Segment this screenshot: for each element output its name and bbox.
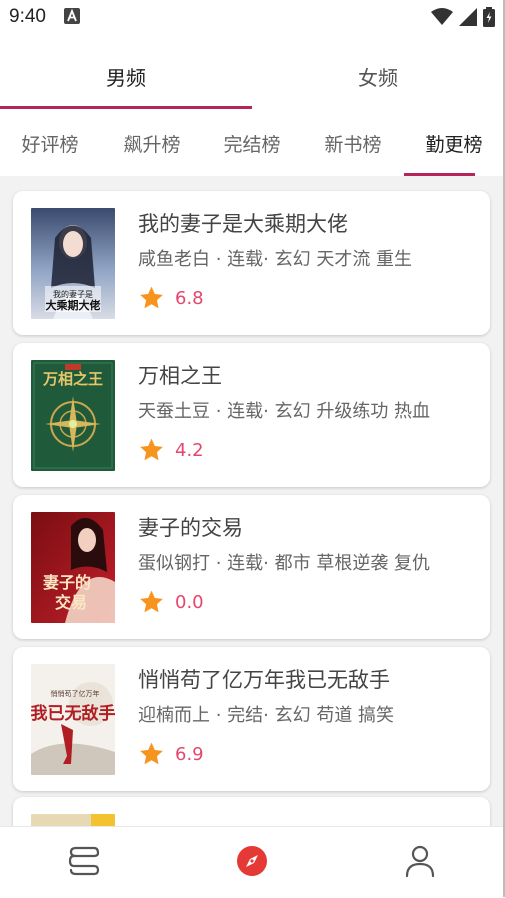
battery-icon bbox=[483, 7, 495, 27]
svg-text:妻子的: 妻子的 bbox=[43, 573, 91, 592]
book-list[interactable]: 我的妻子是 大乘期大佬 我的妻子是大乘期大佬 咸鱼老白 · 连载· 玄幻 天才流… bbox=[0, 176, 505, 826]
book-cover: 悄悄苟了亿万年 我已无敌手 bbox=[31, 664, 115, 775]
book-cover: 我的妻子是 大乘期大佬 bbox=[31, 208, 115, 319]
rank-tabs: 好评榜 飙升榜 完结榜 新书榜 勤更榜 bbox=[0, 118, 505, 176]
tab-male[interactable]: 男频 bbox=[0, 44, 252, 108]
book-title: 悄悄苟了亿万年我已无敌手 bbox=[138, 668, 390, 692]
star-icon bbox=[140, 286, 163, 309]
book-card[interactable]: 我的妻子是 大乘期大佬 我的妻子是大乘期大佬 咸鱼老白 · 连载· 玄幻 天才流… bbox=[13, 191, 490, 335]
book-cover: 万相之王 bbox=[31, 360, 115, 471]
book-meta: 蛋似钢打 · 连载· 都市 草根逆袭 复仇 bbox=[138, 553, 431, 574]
tab-female[interactable]: 女频 bbox=[252, 44, 504, 108]
star-icon bbox=[140, 742, 163, 765]
gender-tab-indicator bbox=[0, 106, 252, 109]
nav-discover[interactable] bbox=[230, 839, 274, 883]
book-rating: 0.0 bbox=[138, 587, 204, 617]
book-title: 妻子的交易 bbox=[138, 516, 243, 540]
rating-value: 0.0 bbox=[175, 591, 204, 613]
book-rating: 6.8 bbox=[138, 283, 204, 313]
status-time: 9:40 bbox=[9, 6, 46, 27]
book-rating: 4.2 bbox=[138, 435, 204, 465]
nav-profile[interactable] bbox=[398, 839, 442, 883]
book-meta: 天蚕土豆 · 连载· 玄幻 升级练功 热血 bbox=[138, 401, 431, 422]
bottom-nav bbox=[0, 826, 505, 898]
book-meta: 咸鱼老白 · 连载· 玄幻 天才流 重生 bbox=[138, 249, 413, 270]
book-card[interactable]: 悄悄苟了亿万年 我已无敌手 悄悄苟了亿万年我已无敌手 迎楠而上 · 完结· 玄幻… bbox=[13, 647, 490, 791]
signal-icon bbox=[459, 8, 477, 26]
tab-good-reviews[interactable]: 好评榜 bbox=[2, 118, 98, 168]
tab-frequent-updates[interactable]: 勤更榜 bbox=[406, 118, 502, 168]
tab-completed[interactable]: 完结榜 bbox=[204, 118, 300, 168]
svg-text:交易: 交易 bbox=[55, 593, 87, 612]
status-bar: 9:40 bbox=[0, 0, 505, 36]
svg-text:大乘期大佬: 大乘期大佬 bbox=[46, 298, 101, 312]
tab-new-books[interactable]: 新书榜 bbox=[305, 118, 401, 168]
book-cover bbox=[31, 814, 115, 826]
book-cover: 妻子的 交易 bbox=[31, 512, 115, 623]
rating-value: 6.8 bbox=[175, 287, 204, 309]
book-title: 我的妻子是大乘期大佬 bbox=[138, 212, 348, 236]
svg-text:悄悄苟了亿万年: 悄悄苟了亿万年 bbox=[51, 689, 100, 698]
wifi-icon bbox=[431, 8, 453, 25]
rating-value: 4.2 bbox=[175, 439, 204, 461]
rating-value: 6.9 bbox=[175, 743, 204, 765]
tab-rising[interactable]: 飙升榜 bbox=[104, 118, 200, 168]
svg-text:我已无敌手: 我已无敌手 bbox=[31, 703, 115, 724]
star-icon bbox=[140, 590, 163, 613]
star-icon bbox=[140, 438, 163, 461]
book-title: 万相之王 bbox=[138, 364, 222, 388]
status-icons bbox=[431, 6, 495, 28]
compass-icon bbox=[237, 846, 267, 876]
book-rating: 6.9 bbox=[138, 739, 204, 769]
book-card[interactable]: 万相之王 万相之王 天蚕土豆 · 连载· 玄幻 升级练功 热血 4.2 bbox=[13, 343, 490, 487]
notification-a-icon bbox=[64, 8, 80, 24]
book-meta: 迎楠而上 · 完结· 玄幻 苟道 搞笑 bbox=[138, 705, 395, 726]
book-card-partial[interactable] bbox=[13, 797, 490, 826]
svg-text:万相之王: 万相之王 bbox=[42, 370, 103, 388]
book-card[interactable]: 妻子的 交易 妻子的交易 蛋似钢打 · 连载· 都市 草根逆袭 复仇 0.0 bbox=[13, 495, 490, 639]
bookshelf-icon bbox=[68, 846, 100, 876]
nav-bookshelf[interactable] bbox=[62, 839, 106, 883]
cover-title-text: 我的妻子是 bbox=[53, 289, 93, 299]
profile-icon bbox=[405, 845, 435, 878]
gender-tabs: 男频 女频 bbox=[0, 44, 505, 109]
